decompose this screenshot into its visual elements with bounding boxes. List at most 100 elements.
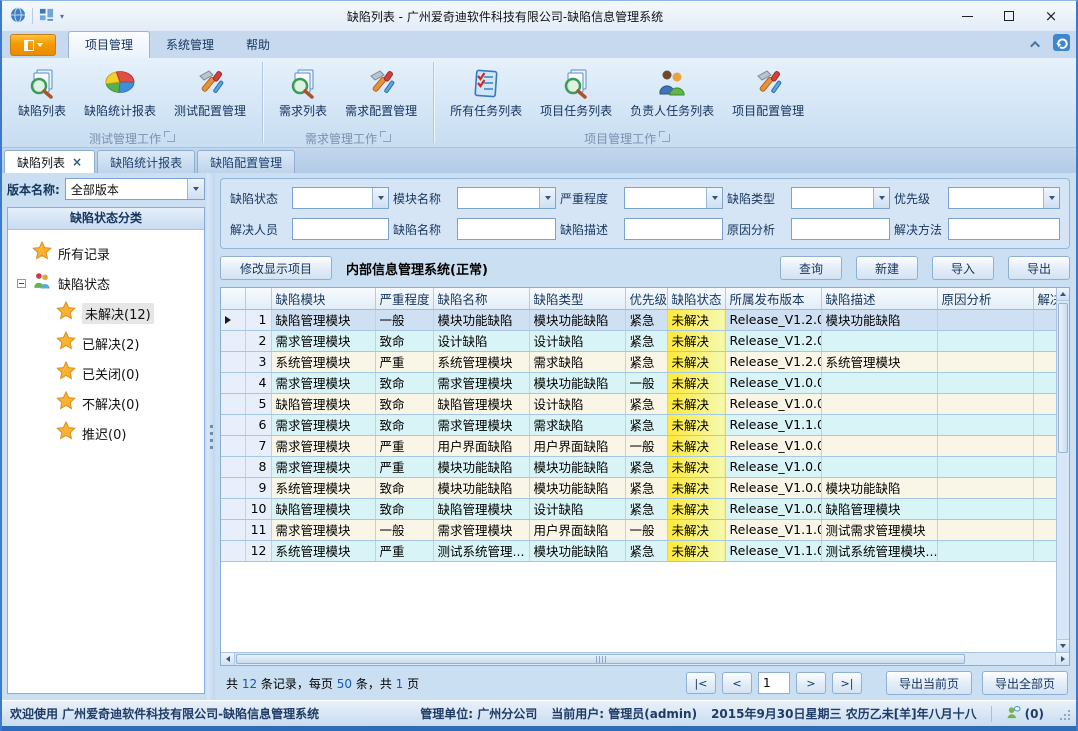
- version-combobox[interactable]: 全部版本: [65, 178, 205, 200]
- filter-defect-name-input[interactable]: [457, 218, 556, 240]
- grid-cell[interactable]: [937, 351, 1033, 372]
- requirement-config-button[interactable]: 需求配置管理: [337, 62, 425, 122]
- grid-cell[interactable]: Release_V1.1.0: [725, 519, 821, 540]
- column-header[interactable]: 缺陷状态: [667, 288, 725, 309]
- all-tasks-button[interactable]: 所有任务列表: [442, 62, 530, 122]
- filter-priority-combobox[interactable]: [948, 187, 1060, 209]
- test-config-button[interactable]: 测试配置管理: [166, 62, 254, 122]
- grid-cell[interactable]: 严重: [375, 351, 433, 372]
- help-about-icon[interactable]: [1053, 34, 1070, 54]
- grid-cell[interactable]: 紧急: [625, 456, 667, 477]
- grid-cell[interactable]: 紧急: [625, 540, 667, 561]
- grid-cell[interactable]: [937, 330, 1033, 351]
- grid-cell[interactable]: 模块功能缺陷: [529, 540, 625, 561]
- grid-cell[interactable]: 设计缺陷: [529, 330, 625, 351]
- grid-cell[interactable]: 紧急: [625, 498, 667, 519]
- grid-cell[interactable]: [1033, 435, 1056, 456]
- first-page-button[interactable]: |<: [686, 672, 716, 694]
- grid-cell[interactable]: 需求管理模块: [433, 519, 529, 540]
- grid-cell[interactable]: 未解决: [667, 414, 725, 435]
- application-menu-button[interactable]: [10, 34, 56, 56]
- grid-cell[interactable]: 未解决: [667, 330, 725, 351]
- grid-cell[interactable]: 设计缺陷: [433, 330, 529, 351]
- grid-cell[interactable]: [1033, 372, 1056, 393]
- grid-cell[interactable]: 用户界面缺陷: [529, 519, 625, 540]
- tree-item-all-records[interactable]: 所有记录: [10, 238, 202, 268]
- grid-cell[interactable]: [937, 435, 1033, 456]
- grid-cell[interactable]: 缺陷管理模块: [433, 393, 529, 414]
- filter-resolver-input[interactable]: [292, 218, 389, 240]
- filter-defect-status-combobox[interactable]: [292, 187, 389, 209]
- owner-tasks-button[interactable]: 负责人任务列表: [622, 62, 722, 122]
- grid-cell[interactable]: [821, 435, 937, 456]
- column-header[interactable]: 缺陷描述: [821, 288, 937, 309]
- grid-cell[interactable]: [937, 372, 1033, 393]
- grid-cell[interactable]: Release_V1.1.0: [725, 540, 821, 561]
- grid-cell[interactable]: [937, 477, 1033, 498]
- grid-cell[interactable]: Release_V1.0.0: [725, 477, 821, 498]
- grid-cell[interactable]: [821, 372, 937, 393]
- grid-cell[interactable]: 致命: [375, 330, 433, 351]
- grid-cell[interactable]: 未解决: [667, 393, 725, 414]
- page-number-input[interactable]: [758, 672, 790, 694]
- filter-module-name-combobox[interactable]: [457, 187, 556, 209]
- import-button[interactable]: 导入: [932, 256, 994, 280]
- grid-cell[interactable]: 严重: [375, 456, 433, 477]
- grid-cell[interactable]: 一般: [625, 435, 667, 456]
- resize-grip[interactable]: [1058, 708, 1070, 720]
- next-page-button[interactable]: >: [796, 672, 826, 694]
- grid-cell[interactable]: 测试系统管理模块...: [821, 540, 937, 561]
- combo-dropdown-button[interactable]: [187, 179, 204, 199]
- grid-row[interactable]: 11需求管理模块一般需求管理模块用户界面缺陷一般未解决Release_V1.1.…: [221, 519, 1056, 540]
- grid-cell[interactable]: 系统管理模块: [433, 351, 529, 372]
- filter-cause-analysis-input[interactable]: [791, 218, 890, 240]
- minimize-button[interactable]: [946, 3, 988, 29]
- ribbon-tab-project[interactable]: 项目管理: [68, 31, 150, 58]
- grid-row[interactable]: 12系统管理模块严重测试系统管理...模块功能缺陷紧急未解决Release_V1…: [221, 540, 1056, 561]
- grid-cell[interactable]: 模块功能缺陷: [433, 456, 529, 477]
- grid-cell[interactable]: [1033, 519, 1056, 540]
- grid-row[interactable]: 1缺陷管理模块一般模块功能缺陷模块功能缺陷紧急未解决Release_V1.2.0…: [221, 309, 1056, 330]
- grid-cell[interactable]: 紧急: [625, 351, 667, 372]
- grid-cell[interactable]: 模块功能缺陷: [529, 372, 625, 393]
- tree-item-resolved[interactable]: 已解决(2): [10, 328, 202, 358]
- vertical-scroll-thumb[interactable]: [1058, 303, 1068, 453]
- grid-cell[interactable]: 未解决: [667, 351, 725, 372]
- grid-cell[interactable]: [937, 456, 1033, 477]
- grid-row[interactable]: 7需求管理模块严重用户界面缺陷用户界面缺陷一般未解决Release_V1.0.0: [221, 435, 1056, 456]
- dialog-launcher-icon[interactable]: [662, 134, 670, 142]
- filter-solution-input[interactable]: [948, 218, 1060, 240]
- grid-cell[interactable]: 一般: [375, 309, 433, 330]
- grid-cell[interactable]: Release_V1.0.0: [725, 498, 821, 519]
- collapse-node-icon[interactable]: [17, 279, 26, 288]
- grid-cell[interactable]: 严重: [375, 435, 433, 456]
- grid-cell[interactable]: 一般: [375, 519, 433, 540]
- grid-cell[interactable]: 致命: [375, 372, 433, 393]
- grid-cell[interactable]: 未解决: [667, 477, 725, 498]
- grid-cell[interactable]: 致命: [375, 498, 433, 519]
- doc-tab-defect-report[interactable]: 缺陷统计报表: [97, 150, 195, 173]
- grid-cell[interactable]: 紧急: [625, 393, 667, 414]
- grid-cell[interactable]: 需求管理模块: [271, 456, 375, 477]
- new-button[interactable]: 新建: [856, 256, 918, 280]
- tree-item-closed[interactable]: 已关闭(0): [10, 358, 202, 388]
- grid-cell[interactable]: 需求缺陷: [529, 351, 625, 372]
- tree-item-postponed[interactable]: 推迟(0): [10, 418, 202, 448]
- grid-cell[interactable]: 系统管理模块: [821, 351, 937, 372]
- horizontal-scrollbar[interactable]: [221, 652, 1069, 665]
- modify-display-items-button[interactable]: 修改显示项目: [220, 256, 332, 280]
- filter-defect-type-combobox[interactable]: [791, 187, 890, 209]
- scroll-up-button[interactable]: [1057, 288, 1069, 301]
- grid-cell[interactable]: [937, 414, 1033, 435]
- grid-cell[interactable]: 需求管理模块: [271, 519, 375, 540]
- grid-cell[interactable]: 缺陷管理模块: [821, 498, 937, 519]
- grid-row[interactable]: 4需求管理模块致命需求管理模块模块功能缺陷一般未解决Release_V1.0.0: [221, 372, 1056, 393]
- grid-cell[interactable]: 未解决: [667, 456, 725, 477]
- grid-cell[interactable]: [937, 309, 1033, 330]
- grid-cell[interactable]: 紧急: [625, 477, 667, 498]
- grid-cell[interactable]: 设计缺陷: [529, 393, 625, 414]
- grid-cell[interactable]: 缺陷管理模块: [271, 498, 375, 519]
- grid-cell[interactable]: 缺陷管理模块: [271, 393, 375, 414]
- project-config-button[interactable]: 项目配置管理: [724, 62, 812, 122]
- column-header[interactable]: 所属发布版本: [725, 288, 821, 309]
